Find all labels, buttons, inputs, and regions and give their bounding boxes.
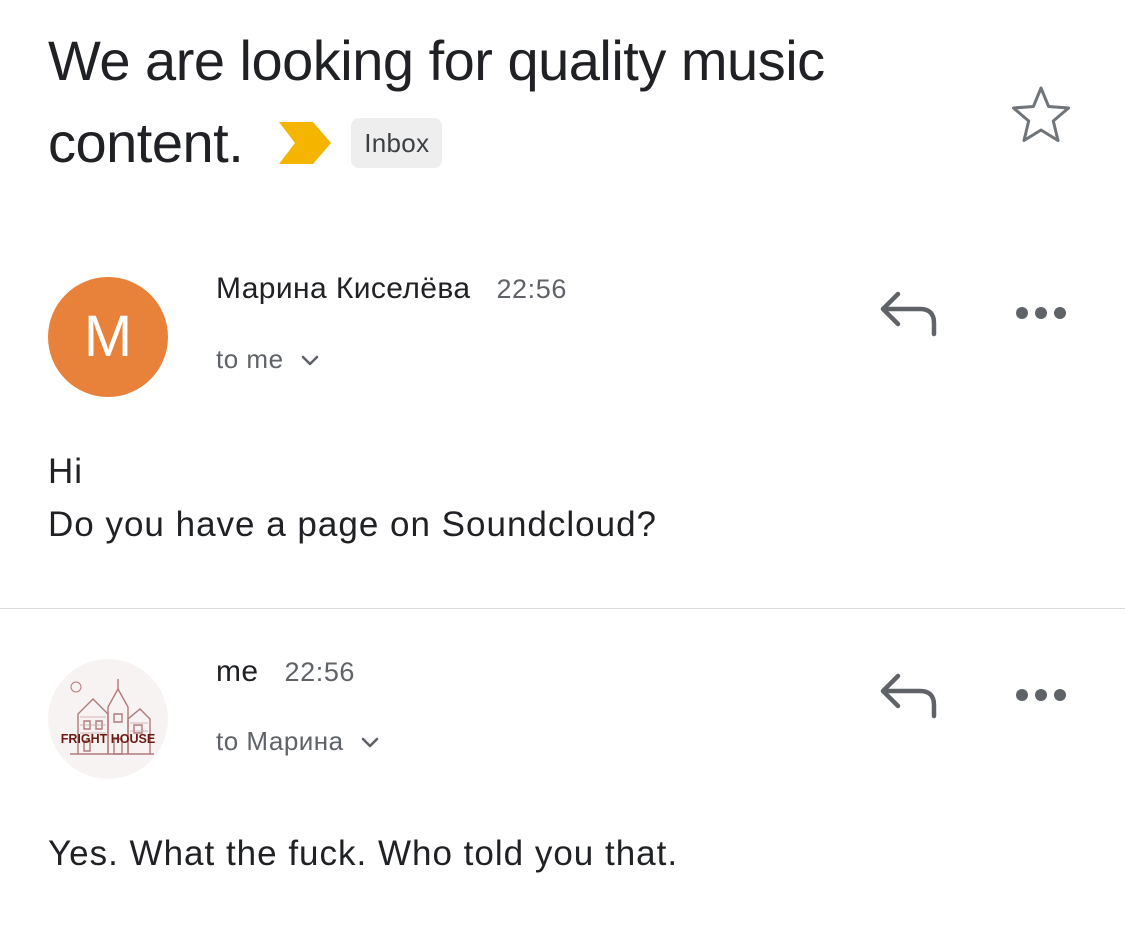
body-line: Yes. What the fuck. Who told you that.: [48, 834, 679, 873]
reply-icon[interactable]: [878, 288, 938, 338]
subject-line-2-row: content. Inbox: [48, 102, 948, 184]
chevron-down-icon: [361, 737, 378, 747]
reply-icon[interactable]: [878, 670, 938, 720]
message-divider: [0, 608, 1125, 609]
message-time: 22:56: [496, 274, 568, 304]
more-horizontal-icon[interactable]: [1014, 303, 1068, 323]
subject-line-1: We are looking for quality music: [48, 29, 825, 92]
more-horizontal-icon[interactable]: [1014, 685, 1068, 705]
message-time: 22:56: [284, 657, 356, 687]
sender-avatar[interactable]: M: [48, 277, 168, 397]
recipient-toggle[interactable]: to me: [216, 344, 322, 375]
chevron-down-icon: [301, 355, 318, 365]
fright-house-logo-text: FRIGHT HOUSE: [61, 732, 155, 746]
body-line: Hi: [48, 452, 84, 491]
message-body: Yes. What the fuck. Who told you that.: [48, 827, 678, 880]
star-outline-icon[interactable]: [1010, 84, 1072, 146]
email-subject: We are looking for quality music content…: [48, 20, 948, 184]
sender-row: Марина Киселёва 22:56: [216, 272, 567, 306]
sender-avatar[interactable]: FRIGHT HOUSE: [48, 659, 168, 779]
importance-marker-icon[interactable]: [279, 122, 332, 164]
inbox-label-chip[interactable]: Inbox: [351, 118, 443, 168]
message-body: Hi Do you have a page on Soundcloud?: [48, 445, 657, 551]
recipient-text: to me: [216, 344, 284, 374]
body-line: Do you have a page on Soundcloud?: [48, 505, 658, 544]
recipient-toggle[interactable]: to Марина: [216, 726, 382, 757]
sender-name: me: [216, 655, 259, 688]
sender-name: Марина Киселёва: [216, 272, 471, 305]
sender-row: me 22:56: [216, 655, 355, 689]
recipient-text: to Марина: [216, 726, 344, 756]
subject-line-2: content.: [48, 111, 244, 174]
